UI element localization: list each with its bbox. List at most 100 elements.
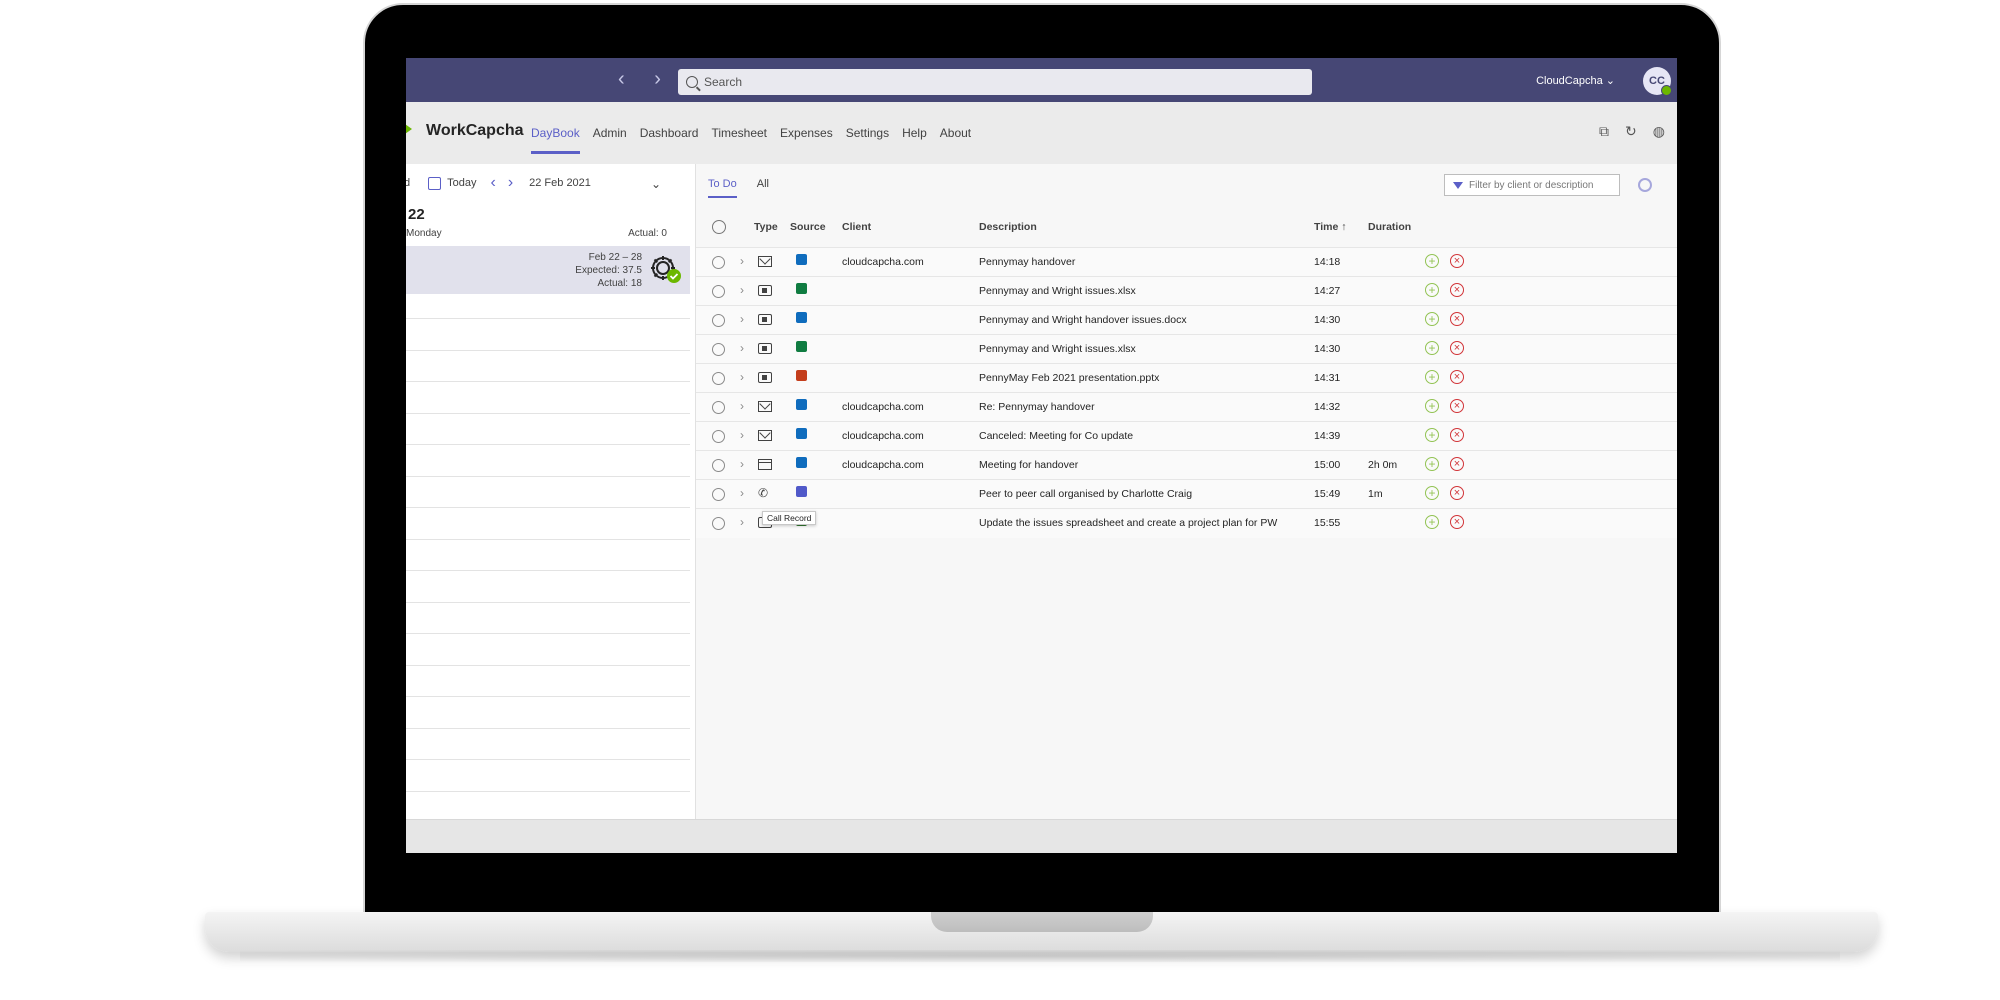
tab-todo[interactable]: To Do	[708, 178, 737, 198]
add-icon[interactable]: +	[1425, 312, 1439, 326]
chevron-right-icon[interactable]: ›	[508, 174, 513, 192]
chevron-right-icon[interactable]: ›	[740, 283, 744, 297]
app-screen: ‹ › Search CloudCapcha ⌄ CC WorkCapcha D…	[406, 58, 1677, 853]
tab-about[interactable]: About	[940, 126, 971, 154]
chevron-right-icon[interactable]: ›	[740, 515, 744, 529]
chevron-left-icon[interactable]: ‹	[490, 174, 495, 192]
outlook-icon	[796, 254, 807, 265]
calendar-row-divider	[406, 633, 690, 634]
delete-icon[interactable]: ×	[1450, 515, 1464, 529]
row-time: 14:30	[1314, 314, 1341, 326]
add-icon[interactable]: +	[1425, 399, 1439, 413]
week-expected: Expected: 37.5	[575, 265, 642, 276]
row-checkbox[interactable]	[712, 314, 725, 327]
row-checkbox[interactable]	[712, 372, 725, 385]
add-icon[interactable]: +	[1425, 486, 1439, 500]
tab-all[interactable]: All	[757, 178, 769, 198]
chevron-right-icon[interactable]: ›	[740, 428, 744, 442]
delete-icon[interactable]: ×	[1450, 283, 1464, 297]
week-range: Feb 22 – 28	[588, 252, 642, 263]
add-icon[interactable]: +	[1425, 370, 1439, 384]
tab-timesheet[interactable]: Timesheet	[711, 126, 767, 154]
add-icon[interactable]: +	[1425, 515, 1439, 529]
app-actions: ⧉ ↻ ◍	[1599, 123, 1665, 140]
table-row[interactable]: › PennyMay Feb 2021 presentation.pptx 14:3…	[696, 363, 1677, 393]
row-description: Peer to peer call organised by Charlotte…	[979, 488, 1193, 500]
history-nav[interactable]: ‹ ›	[618, 68, 673, 91]
add-icon[interactable]: +	[1425, 254, 1439, 268]
office-file-icon	[758, 372, 772, 383]
refresh-icon[interactable]: ↻	[1625, 123, 1637, 140]
table-row[interactable]: › Pennymay and Wright issues.xlsx 14:30 + ×	[696, 334, 1677, 364]
delete-icon[interactable]: ×	[1450, 370, 1464, 384]
chevron-right-icon[interactable]: ›	[740, 457, 744, 471]
row-time: 15:55	[1314, 517, 1341, 529]
tab-daybook[interactable]: DayBook	[531, 126, 580, 154]
column-client[interactable]: Client	[842, 221, 871, 233]
tab-help[interactable]: Help	[902, 126, 927, 154]
table-row[interactable]: › Update the issues spreadsheet and creat…	[696, 508, 1677, 538]
calendar-icon[interactable]	[428, 176, 442, 190]
row-checkbox[interactable]	[712, 459, 725, 472]
tab-settings[interactable]: Settings	[846, 126, 889, 154]
table-header: Type Source Client Description Time ↑ Du…	[696, 212, 1677, 242]
column-time[interactable]: Time ↑	[1314, 221, 1346, 233]
calendar-icon	[758, 459, 772, 470]
column-description[interactable]: Description	[979, 221, 1037, 233]
chevron-right-icon[interactable]: ›	[740, 486, 744, 500]
chevron-right-icon[interactable]: ›	[740, 312, 744, 326]
row-checkbox[interactable]	[712, 256, 725, 269]
delete-icon[interactable]: ×	[1450, 457, 1464, 471]
laptop-shadow	[240, 950, 1840, 962]
chevron-down-icon[interactable]: ⌄	[651, 177, 661, 191]
chevron-right-icon[interactable]: ›	[740, 370, 744, 384]
chevron-right-icon[interactable]: ›	[740, 399, 744, 413]
table-row[interactable]: › Pennymay and Wright issues.xlsx 14:27 + ×	[696, 276, 1677, 306]
chevron-right-icon[interactable]: ›	[740, 341, 744, 355]
chevron-right-icon[interactable]: ›	[740, 254, 744, 268]
date-picker-value[interactable]: 22 Feb 2021	[529, 177, 591, 189]
table-row[interactable]: › ✆ Peer to peer call organised by Charlot…	[696, 479, 1677, 509]
tab-dashboard[interactable]: Dashboard	[640, 126, 699, 154]
filter-input[interactable]: Filter by client or description	[1444, 174, 1620, 196]
week-summary-card[interactable]: Feb 22 – 28 Expected: 37.5 Actual: 18	[406, 246, 690, 294]
column-type[interactable]: Type	[754, 221, 778, 233]
tab-expenses[interactable]: Expenses	[780, 126, 833, 154]
delete-icon[interactable]: ×	[1450, 341, 1464, 355]
select-all-checkbox[interactable]	[712, 220, 726, 234]
delete-icon[interactable]: ×	[1450, 428, 1464, 442]
account-switcher[interactable]: CloudCapcha ⌄	[1536, 74, 1615, 87]
powerpoint-icon	[796, 370, 807, 381]
list-settings-icon[interactable]	[1638, 178, 1652, 192]
table-row[interactable]: › cloudcapcha.com Meeting for handover 15:0…	[696, 450, 1677, 480]
row-checkbox[interactable]	[712, 343, 725, 356]
popout-icon[interactable]: ⧉	[1599, 123, 1609, 140]
table-row[interactable]: › cloudcapcha.com Canceled: Meeting for Co…	[696, 421, 1677, 451]
row-checkbox[interactable]	[712, 285, 725, 298]
row-checkbox[interactable]	[712, 517, 725, 530]
outlook-icon	[796, 428, 807, 439]
calendar-row-divider	[406, 601, 690, 603]
column-source[interactable]: Source	[790, 221, 826, 233]
delete-icon[interactable]: ×	[1450, 254, 1464, 268]
search-input[interactable]: Search	[678, 69, 1312, 95]
globe-icon[interactable]: ◍	[1653, 123, 1665, 140]
table-row[interactable]: › Pennymay and Wright handover issues.doc…	[696, 305, 1677, 335]
delete-icon[interactable]: ×	[1450, 399, 1464, 413]
row-checkbox[interactable]	[712, 488, 725, 501]
tab-admin[interactable]: Admin	[593, 126, 627, 154]
delete-icon[interactable]: ×	[1450, 486, 1464, 500]
table-row[interactable]: › cloudcapcha.com Pennymay handover 14:18 + ×	[696, 247, 1677, 277]
add-icon[interactable]: +	[1425, 457, 1439, 471]
today-button[interactable]: Today	[447, 177, 476, 189]
week-actual: Actual: 18	[597, 278, 642, 289]
add-icon[interactable]: +	[1425, 428, 1439, 442]
row-time: 15:49	[1314, 488, 1341, 500]
table-row[interactable]: › cloudcapcha.com Re: Pennymay handover 14:…	[696, 392, 1677, 422]
add-icon[interactable]: +	[1425, 283, 1439, 297]
add-icon[interactable]: +	[1425, 341, 1439, 355]
row-checkbox[interactable]	[712, 430, 725, 443]
row-checkbox[interactable]	[712, 401, 725, 414]
column-duration[interactable]: Duration	[1368, 221, 1411, 233]
delete-icon[interactable]: ×	[1450, 312, 1464, 326]
